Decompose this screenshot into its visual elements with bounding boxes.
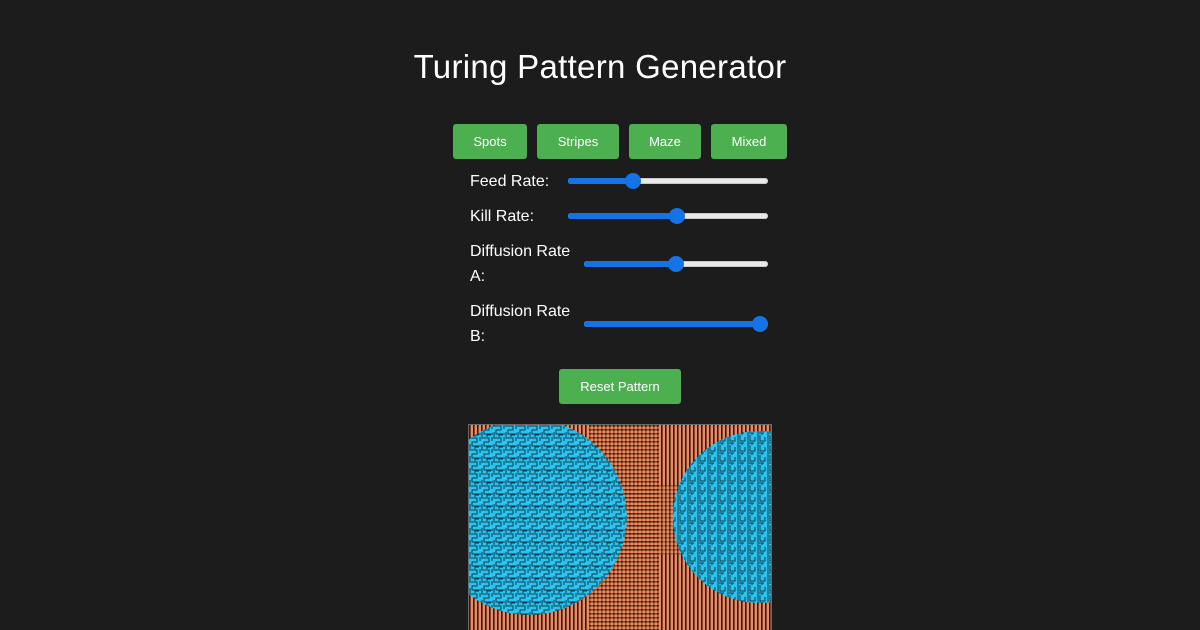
diffusion-b-slider[interactable] bbox=[584, 316, 768, 332]
spots-preset-button[interactable]: Spots bbox=[453, 124, 527, 159]
pattern-canvas[interactable] bbox=[468, 424, 772, 630]
diffusion-b-slider-thumb[interactable] bbox=[752, 316, 768, 332]
diffusion-a-label-line1: Diffusion Rate bbox=[470, 243, 571, 260]
app-page: Turing Pattern Generator Spots Stripes M… bbox=[0, 0, 1200, 630]
feed-rate-slider[interactable] bbox=[568, 173, 768, 189]
reset-pattern-button[interactable]: Reset Pattern bbox=[559, 369, 681, 404]
diffusion-a-slider[interactable] bbox=[584, 256, 768, 272]
diffusion-b-label-line2: B: bbox=[470, 328, 486, 345]
page-title: Turing Pattern Generator bbox=[413, 48, 787, 85]
diffusion-b-label-line1: Diffusion Rate bbox=[470, 303, 571, 320]
maze-preset-button[interactable]: Maze bbox=[629, 124, 701, 159]
stripes-preset-button[interactable]: Stripes bbox=[537, 124, 619, 159]
mixed-preset-button[interactable]: Mixed bbox=[711, 124, 787, 159]
diffusion-a-slider-thumb[interactable] bbox=[668, 256, 684, 272]
turing-pattern-image bbox=[469, 425, 771, 630]
feed-rate-label: Feed Rate: bbox=[470, 173, 550, 190]
feed-rate-slider-fill bbox=[568, 178, 634, 184]
kill-rate-slider[interactable] bbox=[568, 208, 768, 224]
diffusion-b-slider-fill bbox=[584, 321, 760, 327]
diffusion-a-label-line2: A: bbox=[470, 268, 486, 285]
kill-rate-slider-fill bbox=[568, 213, 678, 219]
kill-rate-slider-thumb[interactable] bbox=[669, 208, 686, 224]
feed-rate-slider-thumb[interactable] bbox=[625, 173, 642, 189]
diffusion-a-slider-fill bbox=[584, 261, 676, 267]
kill-rate-label: Kill Rate: bbox=[470, 208, 535, 225]
